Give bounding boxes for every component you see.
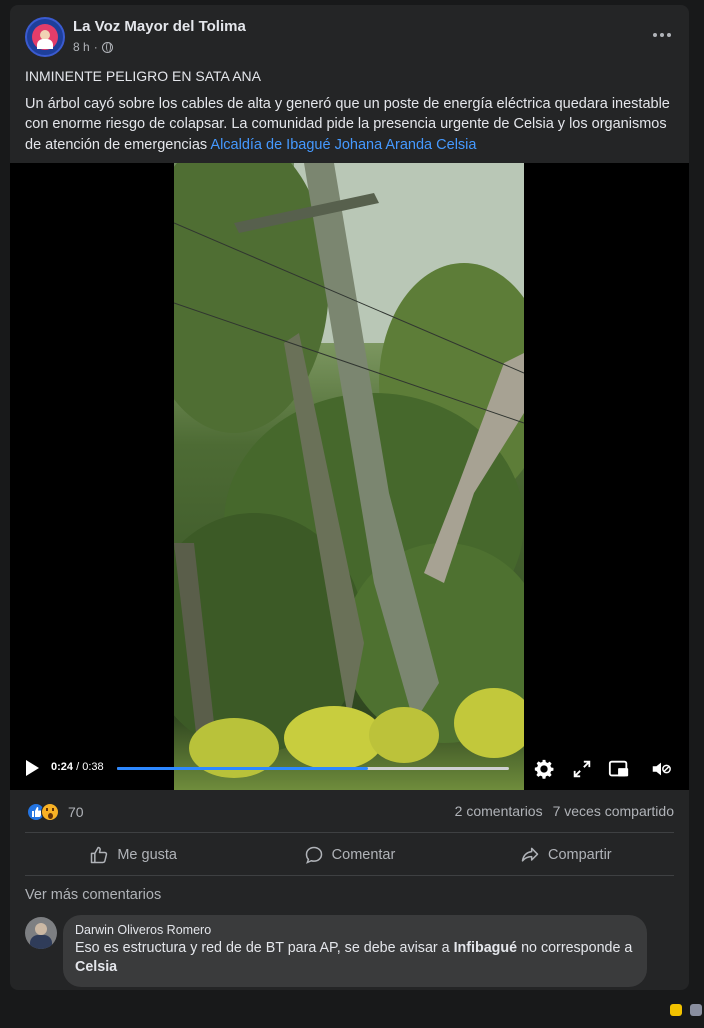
- comment-text-part: Eso es estructura y red de de BT para AP…: [75, 940, 454, 956]
- meta-separator: ·: [93, 40, 98, 54]
- divider: [25, 832, 674, 833]
- tag-link[interactable]: Celsia: [436, 137, 476, 153]
- globe-icon: [101, 41, 113, 53]
- tray-icon[interactable]: [670, 1004, 682, 1016]
- avatar-shirt: [37, 39, 53, 49]
- time-separator: /: [73, 761, 83, 773]
- fullscreen-icon[interactable]: [571, 758, 593, 780]
- comments-count[interactable]: 2 comentarios: [455, 803, 543, 819]
- wow-reaction-icon: [41, 803, 59, 821]
- share-button[interactable]: Compartir: [458, 837, 674, 873]
- mention-link[interactable]: Celsia: [75, 959, 117, 975]
- post-header: La Voz Mayor del Tolima 8 h ·: [25, 17, 674, 61]
- mute-icon[interactable]: [650, 758, 672, 780]
- more-options-icon[interactable]: [650, 29, 674, 41]
- tag-link[interactable]: Johana Aranda: [335, 137, 433, 153]
- play-icon[interactable]: [26, 760, 39, 776]
- comment-text-part: no corresponde a: [517, 940, 633, 956]
- time-total: 0:38: [82, 761, 104, 773]
- share-label: Compartir: [547, 847, 612, 863]
- post-actions: Me gusta Comentar Compartir: [25, 837, 674, 873]
- picture-in-picture-icon[interactable]: [608, 758, 630, 780]
- comment-bubble: Darwin Oliveros Romero Eso es estructura…: [63, 915, 647, 987]
- comment-author[interactable]: Darwin Oliveros Romero: [75, 923, 635, 937]
- settings-icon[interactable]: [533, 758, 555, 780]
- comment-icon: [305, 846, 322, 864]
- page-avatar[interactable]: [25, 17, 65, 57]
- post-body: Un árbol cayó sobre los cables de alta y…: [25, 94, 677, 155]
- reaction-count[interactable]: 70: [68, 804, 84, 820]
- comment-item: Darwin Oliveros Romero Eso es estructura…: [25, 915, 674, 987]
- video-scene: [174, 163, 524, 778]
- comment-label: Comentar: [331, 847, 396, 863]
- tag-link[interactable]: Alcaldía de Ibagué: [210, 137, 330, 153]
- progress-fill: [117, 767, 368, 770]
- reactions-summary[interactable]: [27, 803, 63, 821]
- post-card: La Voz Mayor del Tolima 8 h · INMINENTE …: [10, 5, 689, 990]
- commenter-avatar[interactable]: [25, 917, 57, 949]
- thumbs-up-icon: [91, 846, 108, 864]
- time-current: 0:24: [51, 761, 74, 773]
- mention-link[interactable]: Infibagué: [454, 940, 518, 956]
- divider: [25, 875, 674, 876]
- video-frame[interactable]: [174, 163, 524, 790]
- comment-text: Eso es estructura y red de de BT para AP…: [75, 939, 635, 977]
- share-icon: [521, 847, 539, 862]
- tray-icon[interactable]: [690, 1004, 702, 1016]
- post-title: INMINENTE PELIGRO EN SATA ANA: [25, 68, 261, 84]
- view-more-comments-link[interactable]: Ver más comentarios: [25, 887, 161, 903]
- video-player[interactable]: 0:24 / 0:38: [10, 163, 689, 790]
- video-time: 0:24 / 0:38: [51, 761, 104, 773]
- like-label: Me gusta: [117, 847, 177, 863]
- video-controls: 0:24 / 0:38: [10, 748, 689, 788]
- shares-count[interactable]: 7 veces compartido: [553, 803, 674, 819]
- progress-track[interactable]: [117, 767, 509, 770]
- comment-button[interactable]: Comentar: [241, 837, 457, 873]
- page-name[interactable]: La Voz Mayor del Tolima: [73, 18, 246, 35]
- like-button[interactable]: Me gusta: [25, 837, 241, 873]
- engagement-counts: 2 comentarios 7 veces compartido: [455, 803, 674, 819]
- post-time[interactable]: 8 h: [73, 40, 90, 54]
- post-meta: 8 h ·: [73, 40, 113, 54]
- post-stats: 70 2 comentarios 7 veces compartido: [25, 801, 674, 823]
